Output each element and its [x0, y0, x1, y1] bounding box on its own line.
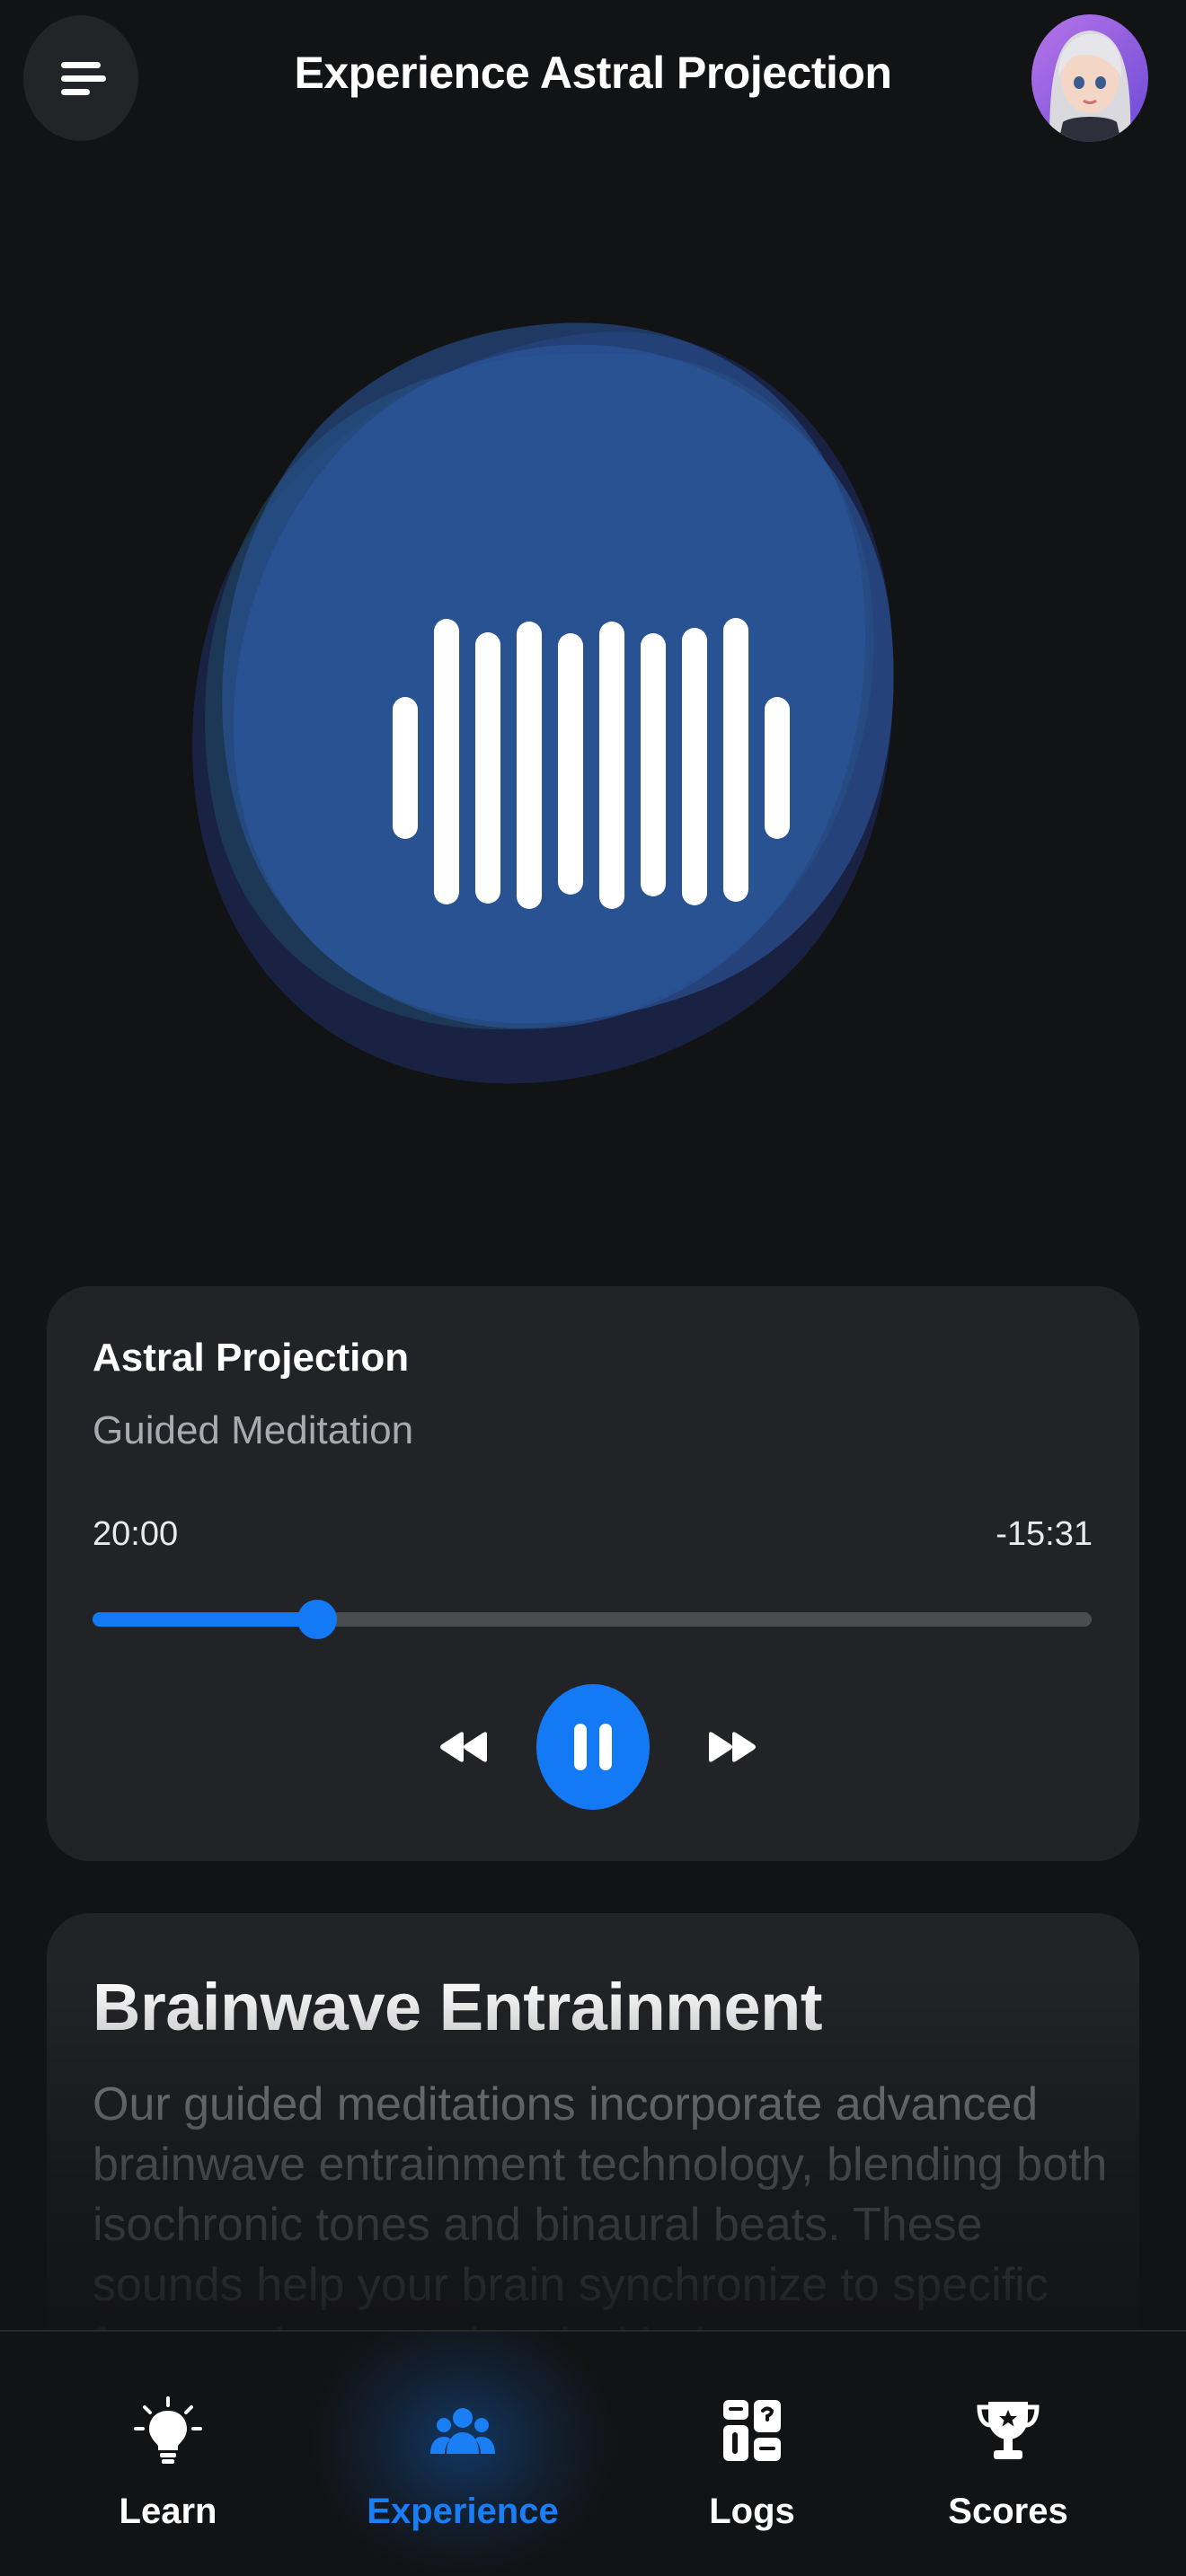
wave-bar: [475, 632, 500, 904]
pause-button[interactable]: [536, 1684, 650, 1810]
wave-bar: [393, 697, 418, 839]
elapsed-time: 20:00: [93, 1515, 179, 1553]
trophy-icon: [972, 2395, 1044, 2466]
wave-bar: [723, 618, 748, 902]
fast-forward-icon: [709, 1732, 756, 1762]
sound-wave-visual: [192, 322, 894, 1084]
track-subtitle: Guided Meditation: [93, 1408, 414, 1452]
avatar[interactable]: [1031, 14, 1148, 142]
nav-label: Experience: [367, 2492, 559, 2531]
playback-controls: [47, 1684, 1139, 1810]
pause-icon: [574, 1724, 612, 1770]
remaining-time: -15:31: [996, 1515, 1093, 1553]
wave-bar: [682, 628, 707, 905]
audio-player-card: Astral Projection Guided Meditation 20:0…: [47, 1286, 1139, 1861]
nav-label: Logs: [709, 2492, 795, 2531]
rewind-button[interactable]: [431, 1715, 496, 1779]
info-heading: Brainwave Entrainment: [93, 1970, 822, 2044]
nav-item-learn[interactable]: Learn: [20, 2332, 316, 2576]
nav-label: Learn: [119, 2492, 217, 2531]
progress-handle[interactable]: [297, 1600, 338, 1639]
page-title: Experience Astral Projection: [294, 48, 892, 98]
fast-forward-button[interactable]: [700, 1715, 765, 1779]
header: Experience Astral Projection: [0, 0, 1186, 157]
rewind-icon: [440, 1732, 487, 1762]
progress-fill: [93, 1612, 318, 1627]
nav-item-experience[interactable]: Experience: [314, 2332, 611, 2576]
wave-bar: [517, 622, 542, 909]
track-title: Astral Projection: [93, 1336, 410, 1380]
nav-label: Scores: [948, 2492, 1068, 2531]
bottom-nav: Learn Experience Logs Scores: [0, 2330, 1186, 2576]
nav-item-logs[interactable]: Logs: [604, 2332, 900, 2576]
logs-icon: [716, 2395, 788, 2466]
wave-bar: [434, 619, 459, 904]
wave-bar: [599, 622, 624, 909]
group-icon: [427, 2395, 499, 2466]
wave-bar: [765, 697, 790, 839]
progress-slider[interactable]: [93, 1600, 1092, 1639]
user-avatar-icon: [1049, 31, 1131, 142]
wave-bar: [558, 633, 583, 895]
wave-bar: [641, 633, 666, 896]
lightbulb-icon: [132, 2395, 204, 2466]
nav-item-scores[interactable]: Scores: [860, 2332, 1156, 2576]
